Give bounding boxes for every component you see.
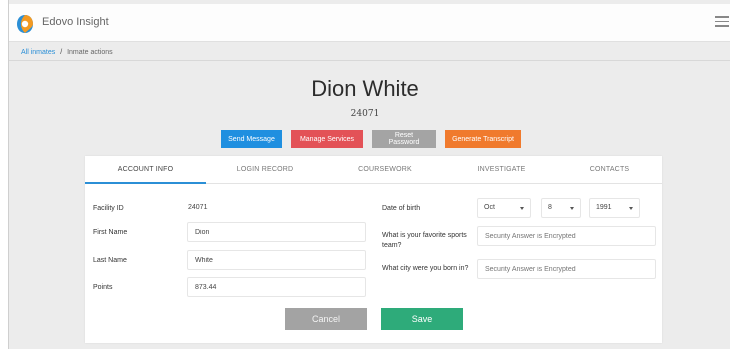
save-button[interactable]: Save bbox=[381, 308, 463, 330]
tab-bar: ACCOUNT INFO LOGIN RECORD COURSEWORK INV… bbox=[85, 156, 662, 184]
dob-month-select[interactable]: Oct bbox=[477, 198, 531, 218]
points-field[interactable] bbox=[187, 277, 366, 297]
top-bar: Edovo Insight bbox=[9, 4, 730, 42]
dob-day-value: 8 bbox=[548, 204, 552, 211]
first-name-label: First Name bbox=[93, 229, 128, 236]
reset-password-button[interactable]: Reset Password bbox=[372, 130, 436, 148]
dob-label: Date of birth bbox=[382, 205, 421, 212]
security-question-2-label: What city were you born in? bbox=[382, 265, 469, 272]
dob-month-value: Oct bbox=[484, 204, 495, 211]
security-answer-2-field[interactable] bbox=[477, 259, 656, 279]
manage-services-button[interactable]: Manage Services bbox=[291, 130, 363, 148]
chevron-down-icon bbox=[629, 207, 633, 210]
breadcrumb-divider bbox=[9, 60, 730, 61]
breadcrumb-current: Inmate actions bbox=[67, 49, 113, 56]
chevron-down-icon bbox=[520, 207, 524, 210]
tab-contacts[interactable]: CONTACTS bbox=[557, 156, 662, 184]
security-answer-1-field[interactable] bbox=[477, 226, 656, 246]
dob-year-select[interactable]: 1991 bbox=[589, 198, 640, 218]
chevron-down-icon bbox=[570, 207, 574, 210]
generate-transcript-button[interactable]: Generate Transcript bbox=[445, 130, 521, 148]
send-message-button[interactable]: Send Message bbox=[221, 130, 282, 148]
tab-login-record[interactable]: LOGIN RECORD bbox=[206, 156, 324, 184]
breadcrumb-separator: / bbox=[60, 49, 63, 56]
tab-investigate[interactable]: INVESTIGATE bbox=[446, 156, 557, 184]
points-label: Points bbox=[93, 284, 113, 291]
inmate-name: Dion White bbox=[311, 76, 419, 101]
inmate-id: 24071 bbox=[350, 109, 380, 119]
dob-day-select[interactable]: 8 bbox=[541, 198, 581, 218]
breadcrumb: All inmates / Inmate actions bbox=[21, 49, 113, 56]
first-name-field[interactable] bbox=[187, 222, 366, 242]
breadcrumb-all-inmates-link[interactable]: All inmates bbox=[21, 49, 55, 56]
last-name-label: Last Name bbox=[93, 257, 127, 264]
app-title: Edovo Insight bbox=[42, 16, 109, 28]
dob-year-value: 1991 bbox=[596, 204, 612, 211]
hamburger-menu-icon[interactable] bbox=[715, 16, 729, 30]
last-name-field[interactable] bbox=[187, 250, 366, 270]
facility-id-label: Facility ID bbox=[93, 205, 124, 212]
facility-id-value: 24071 bbox=[188, 204, 208, 211]
cancel-button[interactable]: Cancel bbox=[285, 308, 367, 330]
edovo-logo-icon[interactable] bbox=[16, 14, 34, 34]
security-question-1-label: What is your favorite sports team? bbox=[382, 232, 467, 249]
tab-account-info[interactable]: ACCOUNT INFO bbox=[85, 156, 206, 184]
inmate-actions: Send Message Manage Services Reset Passw… bbox=[221, 130, 521, 148]
tab-coursework[interactable]: COURSEWORK bbox=[324, 156, 446, 184]
account-card: ACCOUNT INFO LOGIN RECORD COURSEWORK INV… bbox=[85, 156, 662, 343]
